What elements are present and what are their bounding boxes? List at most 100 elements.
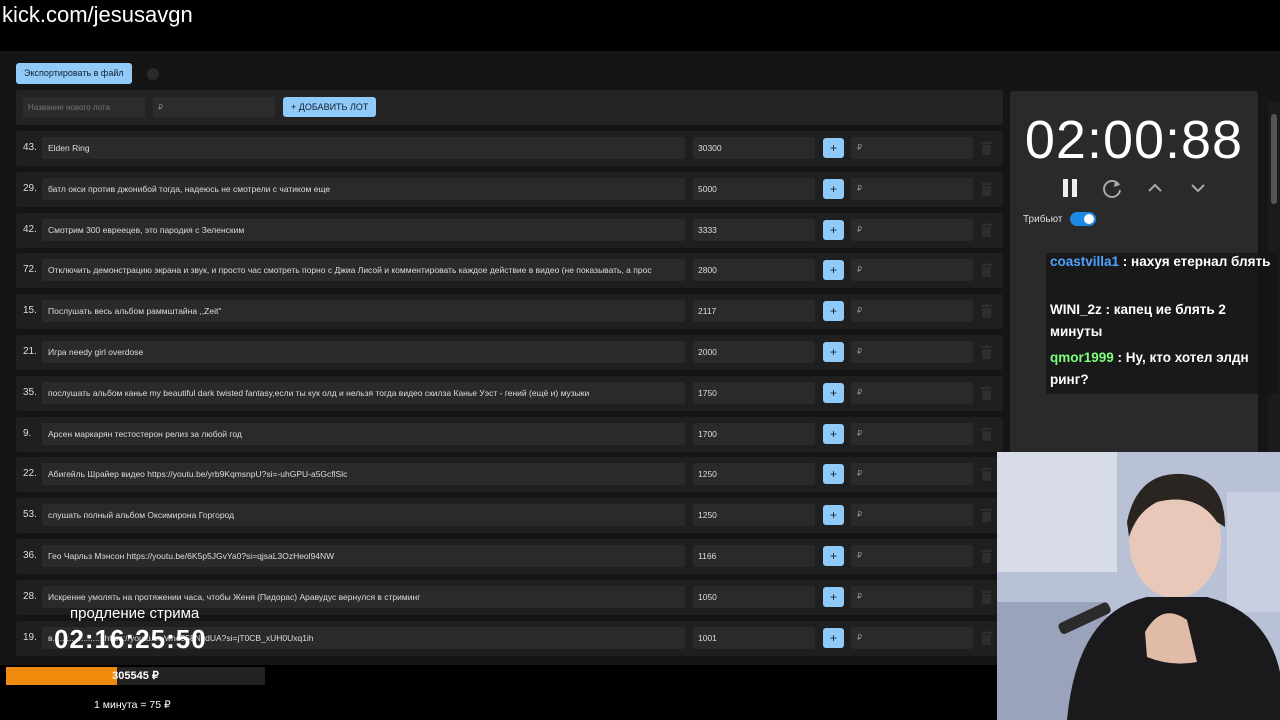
chat-message: qmor1999 : Ну, кто хотел элдн ринг? [1050, 347, 1274, 391]
lot-sum-field[interactable]: 1250 [693, 504, 815, 527]
trash-icon[interactable] [981, 508, 992, 523]
add-amount-input[interactable]: ₽ [851, 218, 973, 241]
add-amount-button[interactable]: + [823, 627, 844, 648]
lot-name-field[interactable]: Гео Чарльз Мэнсон https://youtu.be/6K5p5… [42, 545, 685, 567]
lot-sum-field[interactable]: 30300 [693, 137, 815, 159]
add-amount-button[interactable]: + [823, 546, 844, 566]
trash-icon[interactable] [981, 181, 992, 196]
trash-icon[interactable] [981, 345, 992, 359]
lot-name-field[interactable]: слушать полный альбом Оксимирона Горгоро… [42, 504, 685, 527]
lot-row: 22. Абигейль Шрайер видео https://youtu.b… [16, 457, 1003, 493]
add-amount-input[interactable]: ₽ [851, 300, 973, 323]
add-amount-button[interactable]: + [823, 423, 844, 444]
lot-row: 35. послушать альбом канье my beautiful d… [16, 375, 1003, 411]
reset-icon[interactable] [1100, 177, 1124, 199]
add-amount-input[interactable]: ₽ [851, 422, 973, 445]
chat-username[interactable]: qmor1999 [1050, 350, 1114, 365]
lot-number: 43. [23, 142, 37, 153]
timer-display: 02:00:88 [1024, 110, 1244, 170]
add-amount-input[interactable]: ₽ [851, 381, 973, 404]
add-amount-input[interactable]: ₽ [851, 463, 973, 486]
lot-row: 36. Гео Чарльз Мэнсон https://youtu.be/6K… [16, 539, 1003, 574]
trash-icon[interactable] [981, 467, 992, 482]
lot-sum-field[interactable]: 1750 [693, 381, 815, 404]
donation-total: 305545 ₽ [112, 670, 159, 682]
lot-number: 19. [23, 631, 37, 643]
add-amount-input[interactable]: ₽ [851, 585, 973, 608]
add-amount-input[interactable]: ₽ [851, 626, 973, 649]
chat-overlay: coastvilla1 : нахуя етернал блять WINI_2z… [1046, 253, 1278, 394]
add-lot-row: + ДОБАВИТЬ ЛОТ [16, 90, 1003, 125]
add-amount-input[interactable]: ₽ [851, 545, 973, 567]
add-amount-button[interactable]: + [823, 464, 844, 485]
trash-icon[interactable] [981, 426, 992, 441]
scrollbar-thumb[interactable] [1271, 114, 1277, 204]
trash-icon[interactable] [981, 630, 992, 645]
pause-icon[interactable] [1059, 177, 1083, 199]
lot-number: 53. [23, 509, 37, 521]
lot-number: 9. [23, 427, 32, 439]
add-amount-input[interactable]: ₽ [851, 177, 973, 200]
lot-number: 21. [23, 346, 37, 357]
streamer-silhouette [997, 452, 1280, 720]
lot-name-field[interactable]: Elden Ring [42, 137, 685, 159]
add-amount-input[interactable]: ₽ [851, 341, 973, 363]
new-lot-name-input[interactable] [23, 97, 145, 117]
lot-name-field[interactable]: Послушать весь альбом раммштайна ,,Zeit" [42, 300, 685, 323]
tribute-switch[interactable] [1070, 212, 1096, 226]
add-lot-button[interactable]: + ДОБАВИТЬ ЛОТ [283, 97, 377, 117]
chat-username[interactable]: WINI_2z [1050, 302, 1102, 317]
donation-progress: 305545 ₽ [6, 667, 265, 685]
lot-name-field[interactable]: батл окси против джонибой тогда, надеюсь… [42, 177, 685, 200]
lot-row: 21. Игра needy girl overdose 2000 + ₽ [16, 335, 1003, 370]
lot-number: 15. [23, 305, 37, 317]
lot-name-field[interactable]: Смотрим 300 евреецев, это пародия с Зеле… [42, 218, 685, 241]
chat-message: coastvilla1 : нахуя етернал блять [1050, 253, 1274, 273]
lot-name-field[interactable]: Отключить демонстрацию экрана и звук, и … [42, 259, 685, 282]
chat-username[interactable]: coastvilla1 [1050, 254, 1119, 269]
lot-row: 15. Послушать весь альбом раммштайна ,,Ze… [16, 294, 1003, 330]
trash-icon[interactable] [981, 141, 992, 155]
chat-text: : нахуя етернал блять [1119, 254, 1271, 269]
lot-number: 28. [23, 590, 37, 602]
add-amount-button[interactable]: + [823, 138, 844, 158]
chevron-down-icon[interactable] [1186, 177, 1210, 199]
lot-sum-field[interactable]: 1001 [693, 626, 815, 649]
lot-sum-field[interactable]: 1700 [693, 422, 815, 445]
lot-sum-field[interactable]: 1250 [693, 463, 815, 486]
extension-timer: 02:16:25:50 [54, 624, 207, 654]
theme-toggle[interactable] [147, 68, 159, 80]
chevron-up-icon[interactable] [1143, 177, 1167, 199]
add-amount-input[interactable]: ₽ [851, 504, 973, 527]
add-amount-button[interactable]: + [823, 260, 844, 281]
lot-name-field[interactable]: Игра needy girl overdose [42, 341, 685, 363]
trash-icon[interactable] [981, 222, 992, 237]
add-amount-button[interactable]: + [823, 178, 844, 199]
add-amount-button[interactable]: + [823, 505, 844, 526]
lot-sum-field[interactable]: 3333 [693, 218, 815, 241]
add-amount-input[interactable]: ₽ [851, 137, 973, 159]
lot-sum-field[interactable]: 2117 [693, 300, 815, 323]
lot-name-field[interactable]: послушать альбом канье my beautiful dark… [42, 381, 685, 404]
trash-icon[interactable] [981, 304, 992, 319]
trash-icon[interactable] [981, 589, 992, 604]
add-amount-button[interactable]: + [823, 301, 844, 322]
lot-number: 42. [23, 223, 37, 235]
add-amount-button[interactable]: + [823, 382, 844, 403]
trash-icon[interactable] [981, 263, 992, 278]
lot-sum-field[interactable]: 1166 [693, 545, 815, 567]
add-amount-button[interactable]: + [823, 219, 844, 240]
add-amount-button[interactable]: + [823, 342, 844, 362]
lot-sum-field[interactable]: 2000 [693, 341, 815, 363]
export-button[interactable]: Экспортировать в файл [16, 63, 132, 84]
lot-sum-field[interactable]: 5000 [693, 177, 815, 200]
lot-sum-field[interactable]: 1050 [693, 585, 815, 608]
lot-name-field[interactable]: Абигейль Шрайер видео https://youtu.be/y… [42, 463, 685, 486]
lot-name-field[interactable]: Арсен маркарян тестостерон релиз за любо… [42, 422, 685, 445]
trash-icon[interactable] [981, 385, 992, 400]
new-lot-amount-input[interactable] [153, 97, 275, 117]
trash-icon[interactable] [981, 549, 992, 563]
add-amount-input[interactable]: ₽ [851, 259, 973, 282]
lot-sum-field[interactable]: 2800 [693, 259, 815, 282]
add-amount-button[interactable]: + [823, 586, 844, 607]
